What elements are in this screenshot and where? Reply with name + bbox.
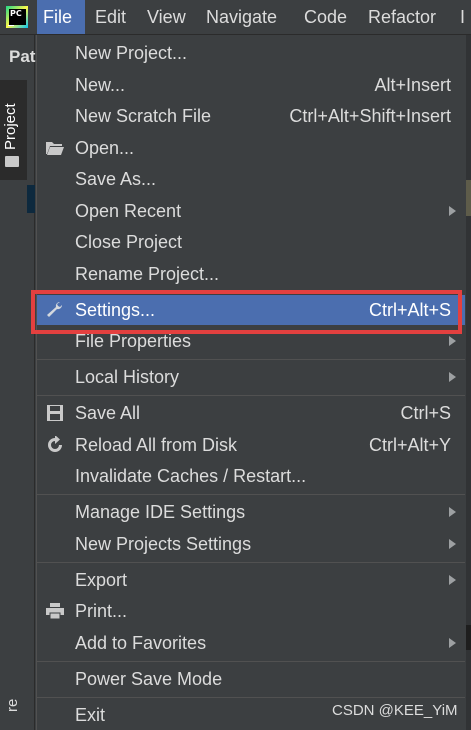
close-project-label: Close Project: [75, 232, 183, 252]
menu-navigate[interactable]: Navigate: [200, 0, 283, 34]
menu-item-settings[interactable]: Settings... Ctrl+Alt+S: [37, 295, 465, 325]
submenu-arrow-icon: [449, 206, 456, 216]
new-label: New...: [75, 75, 126, 95]
submenu-arrow-icon: [449, 372, 456, 382]
save-icon: [47, 405, 63, 421]
path-label: Pat: [9, 47, 36, 66]
menu-item-reload-all[interactable]: Reload All from Disk Ctrl+Alt+Y: [37, 430, 465, 460]
menu-separator: [37, 359, 465, 360]
menu-file-label: File: [43, 7, 73, 27]
printer-icon: [46, 603, 64, 620]
main-menu-bar: PC File Edit View Navigate Code Refactor…: [0, 0, 471, 35]
menu-separator: [37, 395, 465, 396]
menu-item-rename-project[interactable]: Rename Project...: [37, 259, 465, 289]
menu-truncated-label: I: [460, 7, 466, 27]
save-all-shortcut: Ctrl+S: [400, 403, 451, 423]
reload-all-shortcut: Ctrl+Alt+Y: [368, 435, 451, 455]
power-save-label: Power Save Mode: [75, 669, 223, 689]
menu-item-close-project[interactable]: Close Project: [37, 227, 465, 257]
menu-item-power-save-mode[interactable]: Power Save Mode: [37, 664, 465, 694]
add-to-favorites-label: Add to Favorites: [75, 633, 207, 653]
submenu-arrow-icon: [449, 575, 456, 585]
watermark-text: CSDN @KEE_YiM: [332, 702, 458, 719]
menu-separator: [37, 697, 465, 698]
save-all-label: Save All: [75, 403, 141, 423]
menu-code[interactable]: Code: [298, 0, 353, 34]
submenu-arrow-icon: [449, 638, 456, 648]
menu-navigate-label: Navigate: [206, 7, 278, 27]
reload-icon: [48, 436, 62, 452]
settings-label: Settings...: [75, 300, 156, 320]
project-tab-label: Project: [2, 103, 19, 150]
submenu-arrow-icon: [449, 507, 456, 517]
menu-item-new-project[interactable]: New Project...: [37, 38, 465, 68]
export-label: Export: [75, 570, 128, 590]
reload-all-label: Reload All from Disk: [75, 435, 238, 455]
open-label: Open...: [75, 138, 135, 158]
menu-refactor-label: Refactor: [368, 7, 437, 27]
folder-open-icon: [46, 142, 64, 155]
menu-item-invalidate-caches[interactable]: Invalidate Caches / Restart...: [37, 461, 465, 491]
menu-separator: [37, 562, 465, 563]
new-project-label: New Project...: [75, 43, 188, 63]
menu-refactor[interactable]: Refactor: [362, 0, 442, 34]
menu-view[interactable]: View: [141, 0, 192, 34]
new-scratch-label: New Scratch File: [75, 106, 212, 126]
selected-row-fragment: [27, 185, 35, 213]
side-label: re: [4, 698, 21, 712]
menu-item-file-properties[interactable]: File Properties: [37, 326, 465, 356]
save-as-label: Save As...: [75, 169, 157, 189]
new-shortcut: Alt+Insert: [374, 75, 451, 95]
menu-edit[interactable]: Edit: [89, 0, 132, 34]
submenu-arrow-icon: [449, 539, 456, 549]
menu-item-new[interactable]: New... Alt+Insert: [37, 70, 465, 100]
menu-separator: [37, 661, 465, 662]
menu-item-new-projects-settings[interactable]: New Projects Settings: [37, 529, 465, 559]
menu-item-export[interactable]: Export: [37, 565, 465, 595]
new-scratch-shortcut: Ctrl+Alt+Shift+Insert: [289, 106, 451, 126]
local-history-label: Local History: [75, 367, 180, 387]
wrench-icon: [47, 301, 63, 317]
new-projects-settings-label: New Projects Settings: [75, 534, 252, 554]
menu-item-manage-ide-settings[interactable]: Manage IDE Settings: [37, 497, 465, 527]
rename-project-label: Rename Project...: [75, 264, 220, 284]
menu-file[interactable]: File: [37, 0, 85, 34]
manage-ide-label: Manage IDE Settings: [75, 502, 246, 522]
menu-item-open[interactable]: Open...: [37, 133, 465, 163]
open-recent-label: Open Recent: [75, 201, 182, 221]
menu-item-save-all[interactable]: Save All Ctrl+S: [37, 398, 465, 428]
menu-item-new-scratch-file[interactable]: New Scratch File Ctrl+Alt+Shift+Insert: [37, 101, 465, 131]
menu-item-print[interactable]: Print...: [37, 596, 465, 626]
logo-text: PC: [10, 9, 22, 18]
print-label: Print...: [75, 601, 128, 621]
pycharm-logo-icon: PC: [6, 6, 28, 28]
menu-item-local-history[interactable]: Local History: [37, 362, 465, 392]
invalidate-caches-label: Invalidate Caches / Restart...: [75, 466, 307, 486]
submenu-arrow-icon: [449, 336, 456, 346]
menu-truncated[interactable]: I: [454, 0, 471, 34]
folder-icon: [5, 156, 19, 167]
menu-view-label: View: [147, 7, 186, 27]
menu-edit-label: Edit: [95, 7, 127, 27]
menu-code-label: Code: [304, 7, 348, 27]
menu-item-open-recent[interactable]: Open Recent: [37, 196, 465, 226]
menu-item-save-as[interactable]: Save As...: [37, 164, 465, 194]
file-menu-dropdown: New Project... New... Alt+Insert New Scr…: [36, 35, 466, 730]
exit-label: Exit: [75, 705, 106, 725]
file-properties-label: File Properties: [75, 331, 192, 351]
menu-item-add-to-favorites[interactable]: Add to Favorites: [37, 628, 465, 658]
settings-shortcut: Ctrl+Alt+S: [368, 300, 451, 320]
right-edge-panel: [466, 35, 471, 730]
menu-separator: [37, 494, 465, 495]
